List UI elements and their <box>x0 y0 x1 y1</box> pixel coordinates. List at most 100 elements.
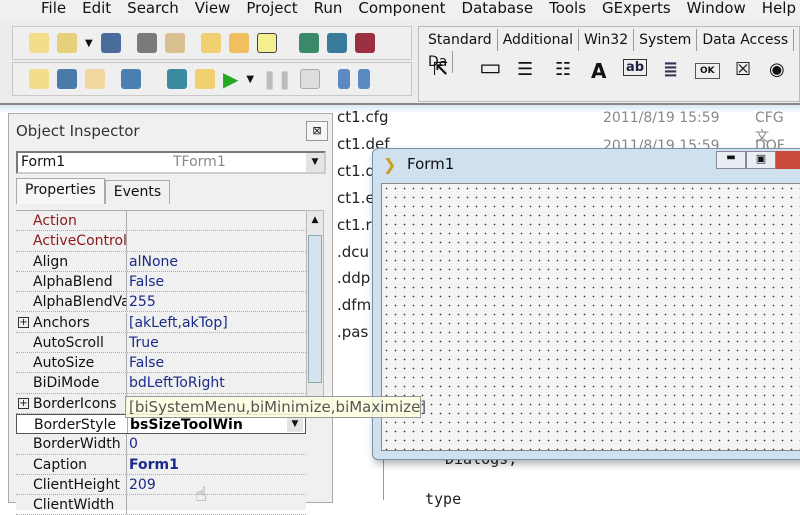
pointer-icon[interactable]: ⇱ <box>433 59 448 80</box>
view-unit-icon[interactable] <box>29 69 49 89</box>
menu-edit[interactable]: Edit <box>74 0 119 22</box>
property-value[interactable]: 255 <box>129 292 156 312</box>
palette-tab-win32[interactable]: Win32 <box>579 29 635 51</box>
column-divider <box>126 312 127 332</box>
tab-events[interactable]: Events <box>104 180 171 204</box>
chevron-down-icon[interactable]: ▼ <box>287 416 303 432</box>
expand-icon[interactable]: + <box>18 316 29 328</box>
property-row[interactable]: Caption Form1 <box>16 454 306 475</box>
toggle-form-unit-icon[interactable] <box>85 69 105 89</box>
checklist-icon[interactable] <box>256 33 277 53</box>
object-selector[interactable]: Form1 TForm1 ▼ <box>16 151 326 174</box>
scroll-up-icon[interactable]: ▲ <box>307 211 323 229</box>
radio-button-icon[interactable]: ◉ <box>769 59 785 80</box>
step-over-icon[interactable] <box>358 69 371 89</box>
column-divider <box>126 454 127 474</box>
new-icon[interactable] <box>29 33 49 53</box>
property-row[interactable]: ActiveControl <box>16 231 306 252</box>
menu-search[interactable]: Search <box>119 0 187 22</box>
checkbox-icon[interactable]: ☒ <box>735 59 751 80</box>
property-value[interactable]: True <box>129 333 159 353</box>
maximize-button[interactable]: ▣ <box>746 151 776 169</box>
property-row[interactable]: + Anchors [akLeft,akTop] <box>16 312 306 333</box>
palette-tab-standard[interactable]: Standard <box>423 29 498 51</box>
main-menu-icon[interactable]: ☰ <box>517 59 533 80</box>
menu-file[interactable]: File <box>33 0 74 22</box>
property-row[interactable]: BiDiMode bdLeftToRight <box>16 373 306 394</box>
property-value[interactable]: Form1 <box>129 455 179 475</box>
property-row[interactable]: Align alNone <box>16 251 306 272</box>
property-value[interactable]: alNone <box>129 252 178 272</box>
property-row[interactable]: ClientWidth <box>16 495 306 515</box>
property-row[interactable]: AlphaBlendValue255 <box>16 292 306 313</box>
button-icon[interactable]: OK <box>695 63 720 79</box>
toolbar-row-1: ▼ <box>12 26 412 60</box>
help-book-icon[interactable] <box>298 33 319 53</box>
form-design-surface[interactable] <box>381 183 800 451</box>
stop-icon[interactable] <box>300 69 321 89</box>
save-icon[interactable] <box>100 33 121 53</box>
pause-icon[interactable]: ❚❚ <box>262 69 292 90</box>
property-value[interactable]: False <box>129 272 164 292</box>
property-row[interactable]: ClientHeight 209 <box>16 474 306 496</box>
property-value[interactable]: False <box>129 353 164 373</box>
palette-tab-additional[interactable]: Additional <box>498 29 579 51</box>
toolbar-row-2: ▶ ▼ ❚❚ <box>12 62 412 96</box>
menu-run[interactable]: Run <box>306 0 351 22</box>
property-row[interactable]: Action <box>16 211 306 232</box>
run-dropdown-icon[interactable]: ▼ <box>246 74 254 85</box>
frame-icon[interactable]: ▭ <box>479 53 502 81</box>
add-to-project-icon[interactable] <box>200 33 221 53</box>
property-grid: Action ActiveControl Align alNone AlphaBlend… <box>16 210 306 515</box>
close-button[interactable] <box>776 151 800 169</box>
remove-from-project-icon[interactable] <box>228 33 249 53</box>
menu-help[interactable]: Help <box>754 0 800 22</box>
expand-icon[interactable]: + <box>18 397 29 409</box>
menu-gexperts[interactable]: GExperts <box>594 0 679 22</box>
palette-tab-system[interactable]: System <box>634 29 698 51</box>
edit-icon[interactable]: ab <box>623 59 648 76</box>
menu-component[interactable]: Component <box>350 0 453 22</box>
popup-menu-icon[interactable]: ☷ <box>555 59 571 80</box>
minimize-button[interactable]: ▬ <box>716 151 746 169</box>
new-form-icon[interactable] <box>121 69 141 89</box>
palette-tab-data-access[interactable]: Data Access <box>697 29 795 51</box>
scrollbar[interactable]: ▲ <box>306 210 324 400</box>
file-name: ct1.r <box>337 216 372 234</box>
tab-properties[interactable]: Properties <box>16 178 105 204</box>
property-value[interactable]: 209 <box>129 475 156 495</box>
build-icon[interactable] <box>195 69 215 89</box>
view-form-icon[interactable] <box>57 69 77 89</box>
open-project-icon[interactable] <box>164 33 185 53</box>
label-icon[interactable]: A <box>591 59 606 83</box>
property-value[interactable]: bsSizeToolWin <box>130 415 243 435</box>
menu-window[interactable]: Window <box>679 0 754 22</box>
open-icon[interactable] <box>57 33 77 53</box>
scroll-thumb[interactable] <box>308 235 322 383</box>
property-row[interactable]: AutoSize False <box>16 353 306 374</box>
property-name: ClientHeight <box>33 476 120 493</box>
property-value[interactable]: 0 <box>129 434 138 454</box>
compile-icon[interactable] <box>167 69 187 89</box>
property-row[interactable]: AlphaBlend False <box>16 271 306 293</box>
whats-this-icon[interactable] <box>354 33 375 53</box>
property-row[interactable]: AutoScroll True <box>16 332 306 354</box>
property-name: AutoSize <box>33 355 95 372</box>
property-name: BorderIcons <box>33 395 117 412</box>
property-row[interactable]: BorderWidth 0 <box>16 434 306 455</box>
menu-database[interactable]: Database <box>454 0 542 22</box>
menu-tools[interactable]: Tools <box>541 0 594 22</box>
menu-project[interactable]: Project <box>238 0 305 22</box>
property-value[interactable]: bdLeftToRight <box>129 373 225 393</box>
run-icon[interactable]: ▶ <box>223 67 238 91</box>
memo-icon[interactable]: ≣ <box>663 59 678 80</box>
menu-view[interactable]: View <box>187 0 239 22</box>
trace-into-icon[interactable] <box>338 69 351 89</box>
chevron-down-icon[interactable]: ▼ <box>306 153 324 172</box>
property-value[interactable]: [akLeft,akTop] <box>129 313 228 333</box>
column-divider <box>126 251 127 271</box>
close-button[interactable]: ⊠ <box>306 121 328 141</box>
help-book-2-icon[interactable] <box>326 33 347 53</box>
save-all-icon[interactable] <box>136 33 157 53</box>
open-dropdown-icon[interactable]: ▼ <box>85 38 93 49</box>
